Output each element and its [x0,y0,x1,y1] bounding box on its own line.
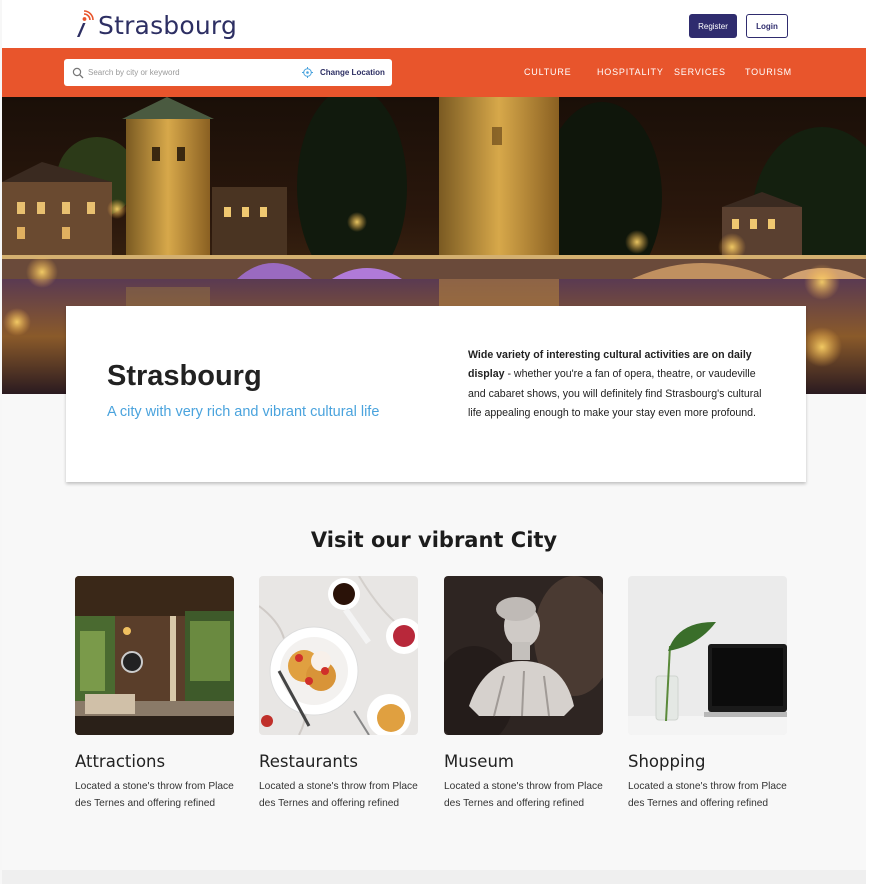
nav-item-hospitality[interactable]: HOSPITALITY [597,67,664,77]
search-icon [72,66,84,79]
section-title: Visit our vibrant City [310,528,558,552]
restaurants-image[interactable] [259,576,418,735]
logo-text: Strasbourg [98,10,238,40]
header: Strasbourg Register Login [2,0,866,48]
card-attractions[interactable]: Attractions Located a stone's throw from… [75,576,235,809]
nav-item-services[interactable]: SERVICES [674,67,726,77]
login-button[interactable]: Login [746,14,788,38]
footer-strip [2,870,866,884]
card-description: Located a stone's throw from Place des T… [628,781,787,809]
change-location-button[interactable]: Change Location [302,64,385,81]
card-title[interactable]: Attractions [75,752,165,771]
nav-item-tourism[interactable]: TOURISM [745,67,792,77]
page: Strasbourg Register Login Search by city… [2,0,866,884]
intro-subtitle: A city with very rich and vibrant cultur… [107,404,380,420]
search-box: Change Location [64,59,392,86]
shopping-image[interactable] [628,576,787,735]
nav-item-culture[interactable]: CULTURE [524,67,571,77]
search-input[interactable] [88,64,288,81]
logo-signal-icon [70,10,96,40]
card-restaurants[interactable]: Restaurants Located a stone's throw from… [259,576,419,809]
attractions-image[interactable] [75,576,234,735]
card-description: Located a stone's throw from Place des T… [75,781,234,809]
page-margin [866,0,884,884]
intro-title: Strasbourg [107,360,262,392]
register-button[interactable]: Register [689,14,737,38]
card-museum[interactable]: Museum Located a stone's throw from Plac… [444,576,604,809]
logo[interactable]: Strasbourg [70,8,237,42]
card-description: Located a stone's throw from Place des T… [444,781,603,809]
intro-description: Wide variety of interesting cultural act… [468,346,768,424]
change-location-label: Change Location [320,68,385,77]
museum-image[interactable] [444,576,603,735]
location-target-icon [302,67,313,78]
nav-bar: Change Location CULTURE HOSPITALITY SERV… [2,48,866,97]
card-title[interactable]: Shopping [628,752,706,771]
card-title[interactable]: Restaurants [259,752,358,771]
intro-description-rest: - whether you're a fan of opera, theatre… [468,368,762,420]
intro-card: Strasbourg A city with very rich and vib… [66,306,806,482]
card-shopping[interactable]: Shopping Located a stone's throw from Pl… [628,576,788,809]
card-description: Located a stone's throw from Place des T… [259,781,418,809]
card-title[interactable]: Museum [444,752,514,771]
